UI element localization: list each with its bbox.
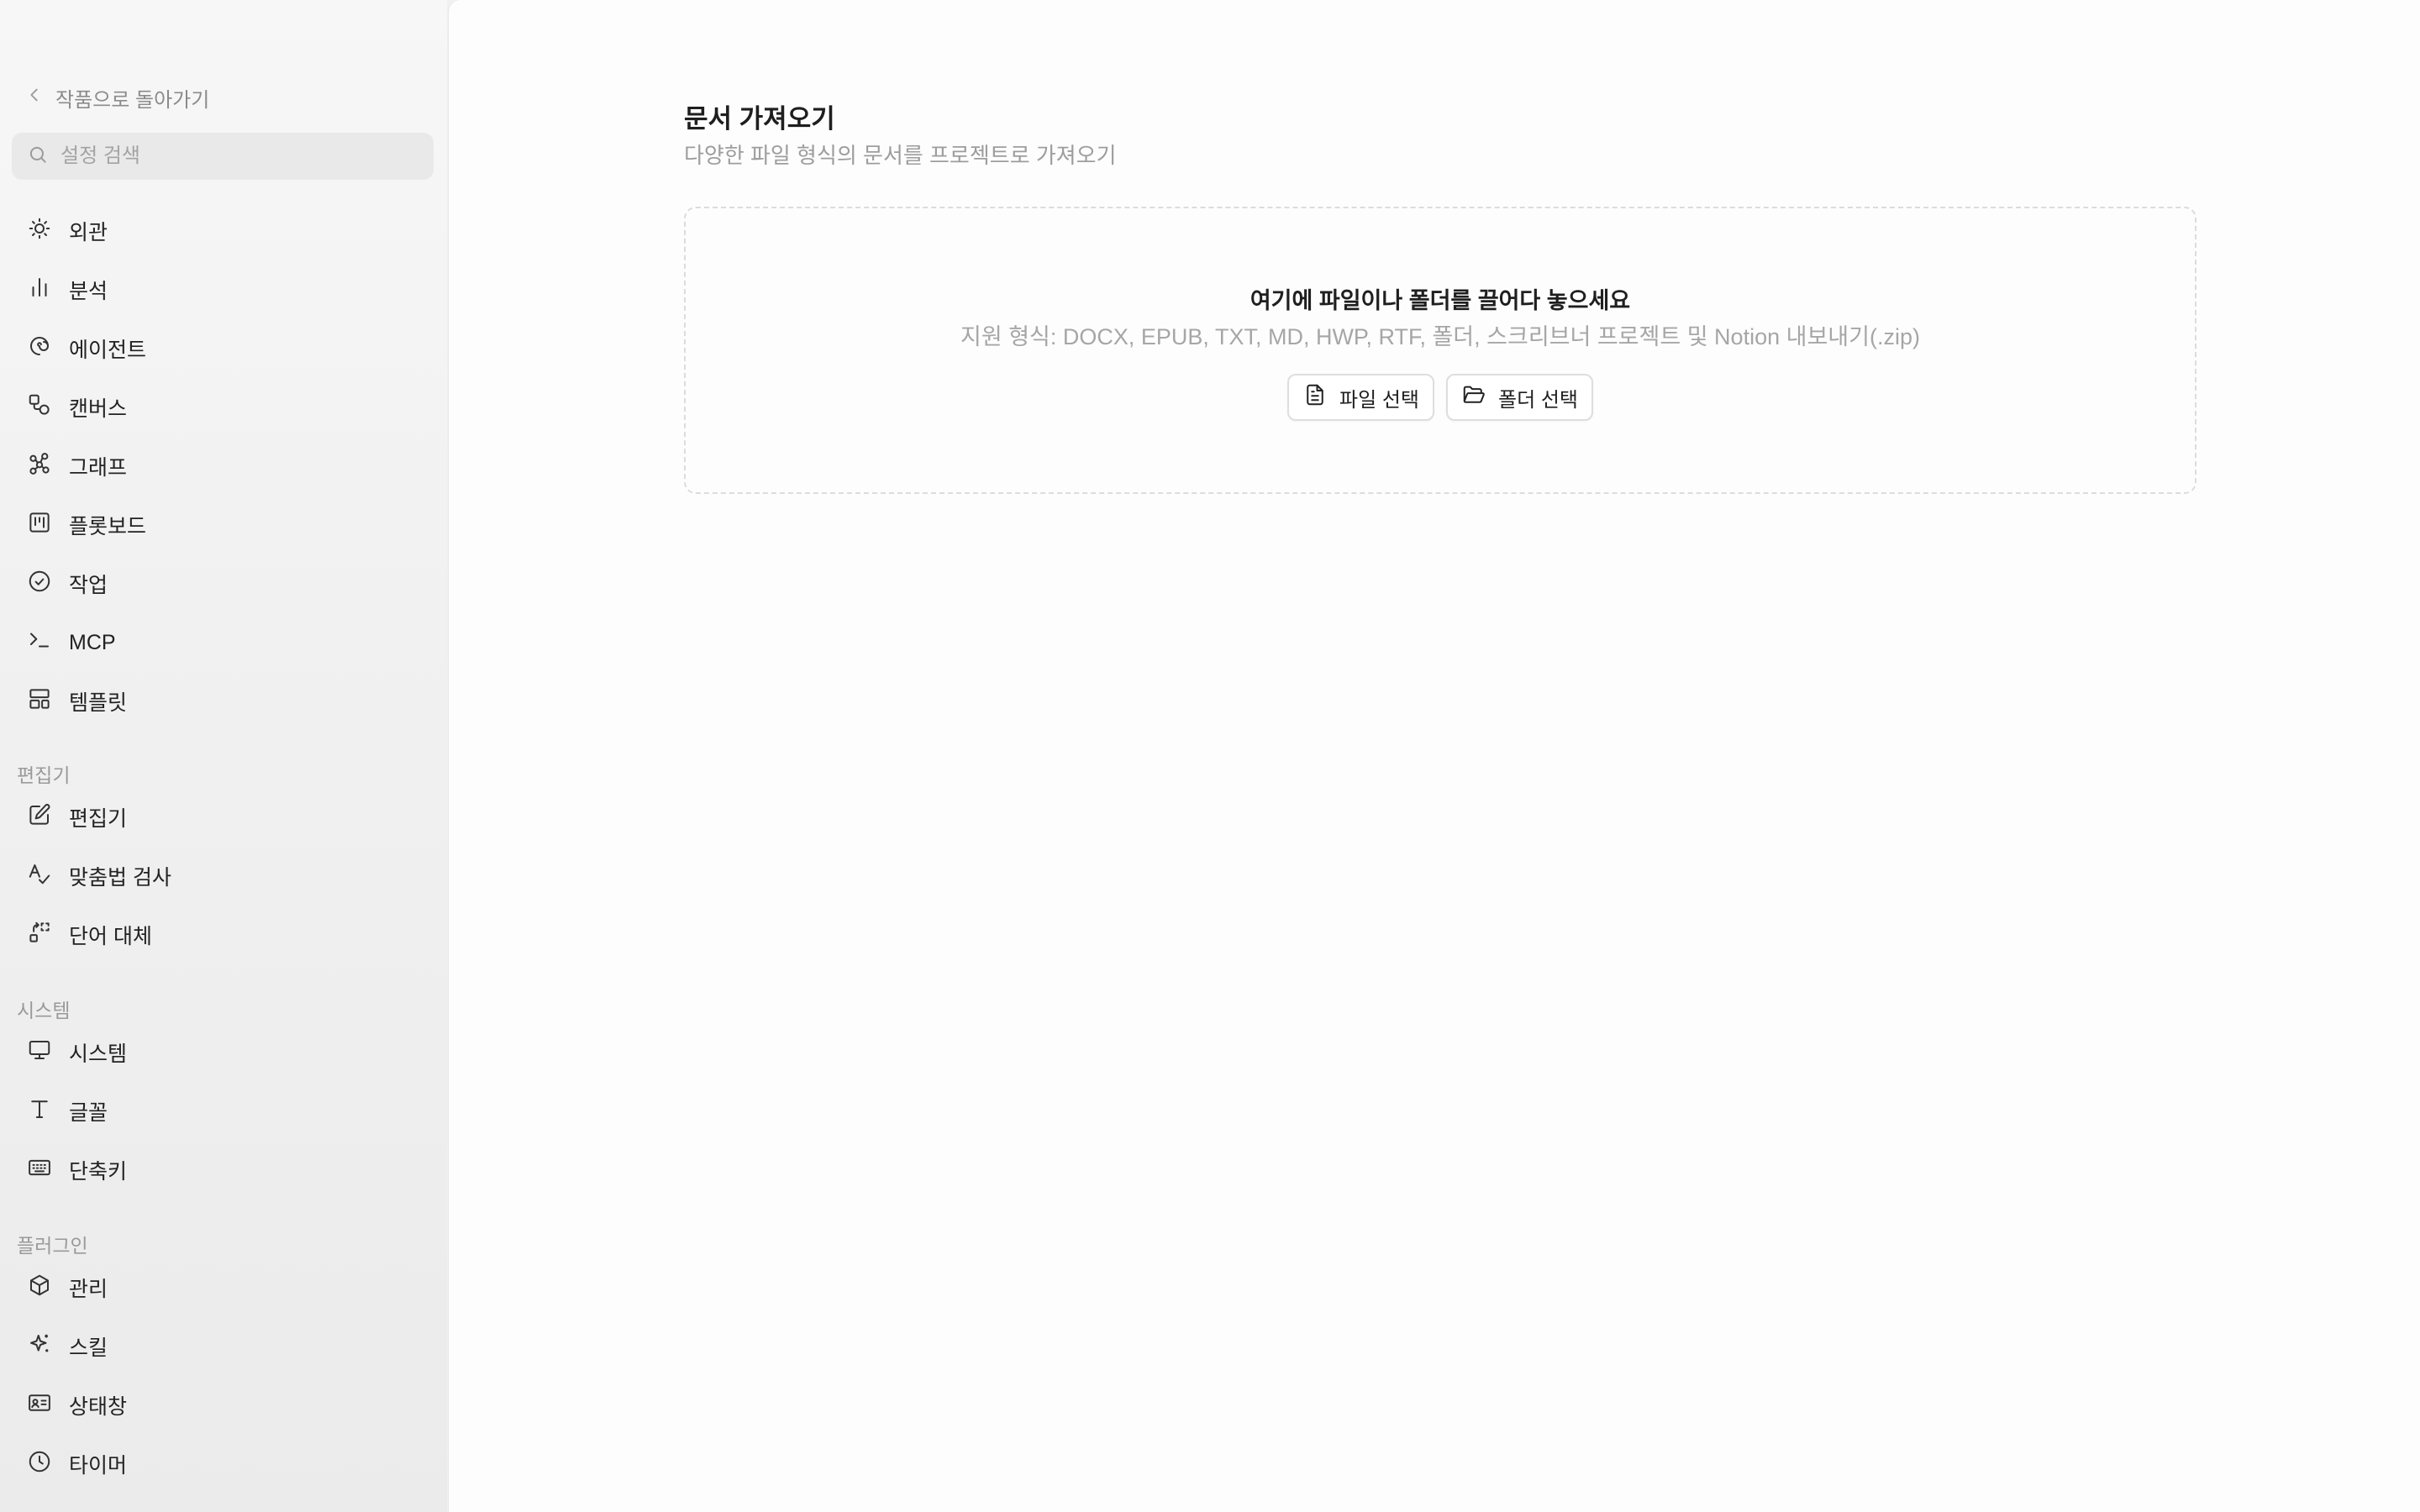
sidebar-item-label: 스킬 xyxy=(69,1336,108,1360)
section-label-plugins: 플러그인 xyxy=(17,1235,88,1257)
replace-icon xyxy=(27,920,52,951)
file-dropzone[interactable]: 여기에 파일이나 폴더를 끌어다 놓으세요 지원 형식: DOCX, EPUB,… xyxy=(684,207,2196,494)
bar-chart-icon xyxy=(27,275,52,306)
page-title: 문서 가져오기 xyxy=(684,104,835,134)
sidebar-item-plotboard[interactable]: 플롯보드 xyxy=(12,501,434,549)
chevron-left-icon xyxy=(25,86,44,110)
spiral-icon xyxy=(27,333,52,365)
kanban-icon xyxy=(27,510,52,541)
sidebar-item-label: MCP xyxy=(69,630,116,654)
back-to-work-link[interactable]: 작품으로 돌아가기 xyxy=(25,82,209,113)
sidebar-item-label: 외관 xyxy=(69,221,108,244)
sidebar-item-appearance[interactable]: 외관 xyxy=(12,207,434,255)
section-label-editor: 편집기 xyxy=(17,764,71,786)
clock-icon xyxy=(27,1449,52,1480)
sidebar-item-agent[interactable]: 에이전트 xyxy=(12,324,434,373)
file-icon xyxy=(1302,382,1328,413)
id-card-icon xyxy=(27,1390,52,1421)
dropzone-title: 여기에 파일이나 폴더를 끌어다 놓으세요 xyxy=(1249,288,1631,313)
sidebar-item-tasks[interactable]: 작업 xyxy=(12,559,434,608)
sidebar-item-label: 분석 xyxy=(69,280,108,303)
keyboard-icon xyxy=(27,1155,52,1186)
edit-square-icon xyxy=(27,802,52,833)
graph-nodes-icon xyxy=(27,451,52,482)
sidebar-item-label: 플롯보드 xyxy=(69,515,147,538)
sidebar-item-canvas[interactable]: 캔버스 xyxy=(12,383,434,432)
sidebar-item-label: 단축키 xyxy=(69,1160,128,1184)
spell-check-icon xyxy=(27,861,52,892)
sidebar-item-analytics[interactable]: 분석 xyxy=(12,265,434,314)
select-file-button[interactable]: 파일 선택 xyxy=(1287,374,1434,421)
package-icon xyxy=(27,1273,52,1304)
sidebar-item-spellcheck[interactable]: 맞춤법 검사 xyxy=(12,852,434,900)
sidebar-item-editor[interactable]: 편집기 xyxy=(12,793,434,842)
sidebar-item-manage[interactable]: 관리 xyxy=(12,1263,434,1312)
sidebar-item-label: 그래프 xyxy=(69,456,128,480)
sidebar-item-label: 에이전트 xyxy=(69,339,147,362)
sidebar-item-label: 작업 xyxy=(69,574,108,597)
terminal-icon xyxy=(27,627,52,659)
section-label-system: 시스템 xyxy=(17,1000,71,1021)
type-icon xyxy=(27,1096,52,1127)
select-folder-label: 폴더 선택 xyxy=(1498,388,1578,412)
sidebar-item-system[interactable]: 시스템 xyxy=(12,1028,434,1077)
settings-search[interactable] xyxy=(12,133,434,180)
check-circle-icon xyxy=(27,569,52,600)
sidebar-item-word-replace[interactable]: 단어 대체 xyxy=(12,911,434,959)
back-link-label: 작품으로 돌아가기 xyxy=(55,88,210,112)
sidebar-item-skills[interactable]: 스킬 xyxy=(12,1322,434,1371)
sparkles-icon xyxy=(27,1331,52,1362)
sidebar-item-graph[interactable]: 그래프 xyxy=(12,442,434,491)
shapes-icon xyxy=(27,392,52,423)
select-file-label: 파일 선택 xyxy=(1339,388,1419,412)
settings-sidebar: 작품으로 돌아가기 외관 분석 에이전트 캔버스 그래프 xyxy=(0,0,447,1512)
layout-template-icon xyxy=(27,686,52,717)
sidebar-item-label: 타이머 xyxy=(69,1454,128,1478)
supported-formats: 지원 형식: DOCX, EPUB, TXT, MD, HWP, RTF, 폴더… xyxy=(960,324,1920,349)
sidebar-item-label: 관리 xyxy=(69,1278,108,1301)
select-folder-button[interactable]: 폴더 선택 xyxy=(1446,374,1593,421)
search-icon xyxy=(27,144,49,170)
folder-open-icon xyxy=(1461,382,1486,413)
sidebar-item-status-window[interactable]: 상태창 xyxy=(12,1381,434,1430)
sidebar-item-label: 템플릿 xyxy=(69,691,128,715)
sidebar-item-label: 캔버스 xyxy=(69,397,128,421)
sidebar-item-label: 글꼴 xyxy=(69,1101,108,1125)
monitor-icon xyxy=(27,1037,52,1068)
sidebar-item-templates[interactable]: 템플릿 xyxy=(12,677,434,726)
sidebar-item-fonts[interactable]: 글꼴 xyxy=(12,1087,434,1136)
search-input[interactable] xyxy=(59,144,415,169)
sidebar-item-shortcuts[interactable]: 단축키 xyxy=(12,1146,434,1194)
sidebar-item-label: 시스템 xyxy=(69,1042,128,1066)
sidebar-item-label: 편집기 xyxy=(69,807,128,831)
page-subtitle: 다양한 파일 형식의 문서를 프로젝트로 가져오기 xyxy=(684,143,1117,168)
sidebar-item-label: 단어 대체 xyxy=(69,925,152,948)
sidebar-item-label: 맞춤법 검사 xyxy=(69,866,171,890)
sidebar-item-mcp[interactable]: MCP xyxy=(12,618,434,667)
sidebar-item-label: 상태창 xyxy=(69,1395,128,1419)
dropzone-actions: 파일 선택 폴더 선택 xyxy=(686,374,2195,421)
sidebar-item-timer[interactable]: 타이머 xyxy=(12,1440,434,1488)
sun-icon xyxy=(27,216,52,247)
